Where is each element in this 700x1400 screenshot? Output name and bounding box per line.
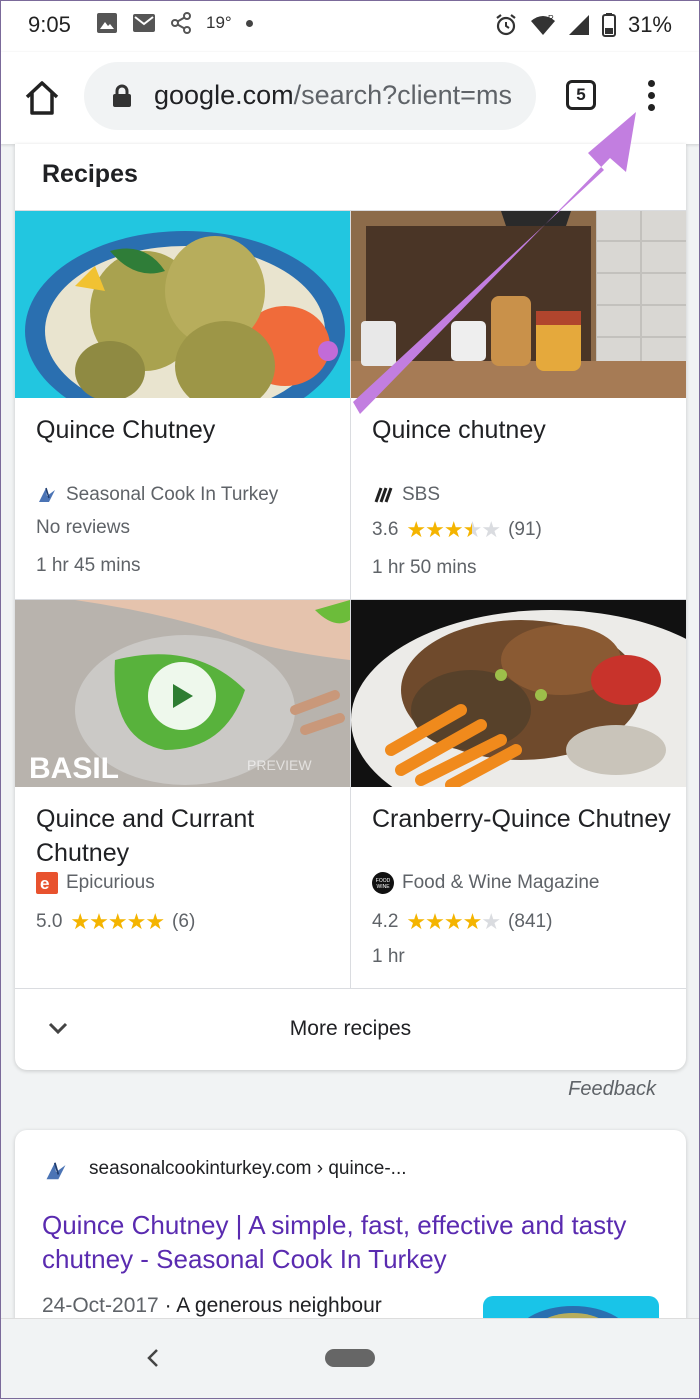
- network-badge: R: [548, 14, 554, 23]
- seasonal-cook-icon: [46, 1162, 66, 1180]
- more-recipes-label: More recipes: [289, 1017, 412, 1040]
- url-host: google.com: [154, 80, 294, 110]
- wifi-icon: R: [530, 14, 555, 35]
- back-icon[interactable]: [144, 1347, 162, 1369]
- svg-text:e: e: [40, 874, 49, 893]
- play-icon[interactable]: [148, 662, 216, 730]
- recipes-heading: Recipes: [42, 160, 138, 188]
- gallery-icon: [97, 13, 117, 33]
- recipe-rating: 5.0 ★★★★★ (6): [36, 909, 196, 934]
- home-pill[interactable]: [325, 1349, 375, 1367]
- notification-icons: 19°: [96, 12, 253, 34]
- food-wine-icon: FOODWINE: [372, 872, 394, 894]
- result-breadcrumb[interactable]: seasonalcookinturkey.com › quince-...: [89, 1158, 407, 1180]
- recipe-time: 1 hr 45 mins: [36, 555, 141, 576]
- recipe-time: 1 hr: [372, 946, 405, 967]
- recipe-image[interactable]: [351, 211, 686, 398]
- recipe-tile[interactable]: Quince Chutney Seasonal Cook In Turkey N…: [15, 211, 350, 600]
- epicurious-icon: e: [36, 872, 58, 894]
- url-text[interactable]: google.com/search?client=ms: [154, 80, 526, 111]
- recipe-source: Seasonal Cook In Turkey: [36, 484, 278, 506]
- battery-icon: [601, 13, 616, 37]
- signal-icon: [568, 15, 589, 35]
- recipe-image[interactable]: [351, 600, 686, 787]
- seasonal-cook-icon: [39, 487, 55, 502]
- recipes-card: Recipes Quince Chutney Seasonal Cook In …: [15, 144, 686, 1070]
- preview-watermark: PREVIEW: [247, 757, 312, 773]
- recipe-tile[interactable]: Cranberry-Quince Chutney FOOD WINE Food &…: [351, 600, 686, 989]
- url-path: /search?client=ms: [293, 80, 512, 110]
- rating-stars: ★★★★★: [70, 909, 165, 934]
- recipe-source: e Epicurious: [36, 872, 155, 894]
- sbs-logo-icon: [374, 487, 393, 503]
- battery-percent: 31%: [627, 12, 672, 37]
- share-icon: [171, 12, 191, 34]
- status-temperature: 19°: [206, 13, 232, 32]
- result-title-link[interactable]: Quince Chutney | A simple, fast, effecti…: [42, 1208, 662, 1276]
- recipe-title[interactable]: Quince and Currant Chutney: [36, 802, 346, 870]
- recipe-tile[interactable]: Quince chutney SBS 3.6 ★★★★★ (91) 1 hr 5…: [351, 211, 686, 600]
- feedback-link[interactable]: Feedback: [568, 1078, 656, 1101]
- address-bar[interactable]: google.com/search?client=ms: [84, 62, 536, 130]
- recipe-source: FOOD WINE Food & Wine Magazine: [372, 872, 600, 894]
- recipe-title[interactable]: Quince chutney: [372, 413, 682, 447]
- more-notifications-dot: [245, 19, 253, 27]
- alarm-icon: [496, 14, 516, 36]
- result-snippet: 24-Oct-2017 · A generous neighbour: [42, 1294, 382, 1317]
- system-icons: R 31%: [494, 12, 672, 38]
- svg-text:WINE: WINE: [376, 884, 390, 890]
- browser-toolbar: google.com/search?client=ms 5: [0, 52, 700, 144]
- recipe-time: 1 hr 50 mins: [372, 557, 477, 578]
- lock-icon: [113, 84, 131, 107]
- tab-switcher-button[interactable]: 5: [566, 80, 596, 110]
- rating-stars: ★★★★★: [406, 909, 501, 934]
- rating-stars: ★★★★★: [406, 517, 501, 542]
- recipe-rating: 4.2 ★★★★★ (841): [372, 909, 553, 934]
- recipe-rating: 3.6 ★★★★★ (91): [372, 517, 542, 542]
- more-recipes-button[interactable]: More recipes: [15, 989, 686, 1070]
- system-nav-bar: [0, 1318, 700, 1400]
- overflow-menu-icon[interactable]: [640, 78, 662, 118]
- recipe-source: SBS: [372, 484, 440, 506]
- recipe-tile[interactable]: BASIL PREVIEW Quince and Currant Chutney…: [15, 600, 350, 989]
- status-time: 9:05: [28, 12, 71, 37]
- mail-icon: [133, 14, 155, 32]
- recipe-title[interactable]: Quince Chutney: [36, 413, 346, 447]
- video-overlay-text: BASIL: [29, 752, 119, 785]
- recipe-image[interactable]: [15, 211, 350, 398]
- recipe-title[interactable]: Cranberry-Quince Chutney: [372, 802, 682, 836]
- status-bar: 9:05 19° R 31%: [0, 0, 700, 52]
- recipe-reviews: No reviews: [36, 517, 130, 538]
- recipe-video-thumbnail[interactable]: BASIL PREVIEW: [15, 600, 350, 787]
- search-result-card: seasonalcookinturkey.com › quince-... Qu…: [15, 1130, 686, 1330]
- home-icon[interactable]: [22, 78, 62, 118]
